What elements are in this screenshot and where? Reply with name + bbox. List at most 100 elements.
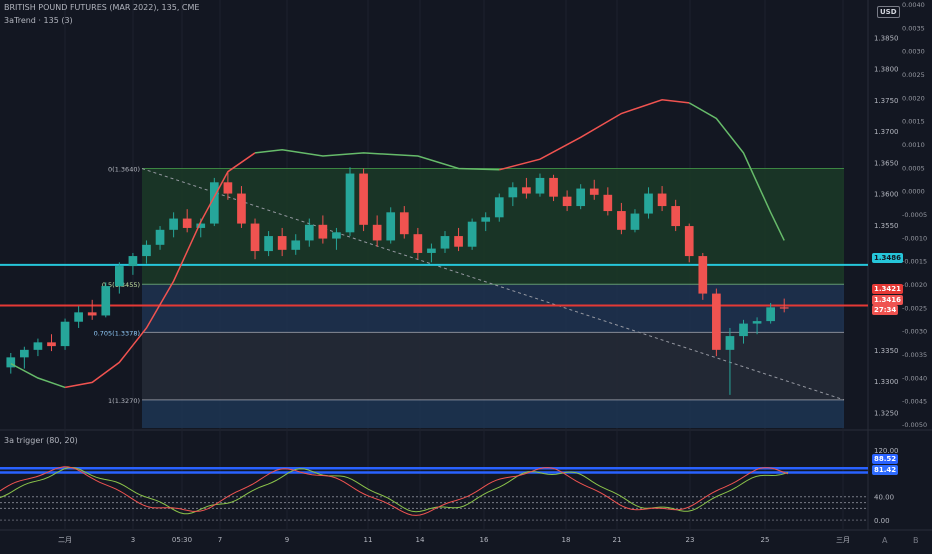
candle-body bbox=[752, 321, 762, 324]
price-axis-label: 1.3300 bbox=[874, 378, 899, 386]
secondary-axis-label: -0.0020 bbox=[902, 281, 927, 289]
fib-zone-05-0705 bbox=[142, 284, 844, 333]
time-axis-label: 11 bbox=[364, 536, 373, 544]
candle-body bbox=[657, 193, 667, 207]
price-axis-label: 1.3350 bbox=[874, 347, 899, 355]
secondary-axis-label: 0.0025 bbox=[902, 71, 925, 79]
osc-level-low-tag: 81.42 bbox=[872, 465, 899, 475]
candle-body bbox=[277, 236, 287, 250]
candle-body bbox=[684, 226, 694, 257]
candle-body bbox=[332, 232, 341, 239]
time-axis-label: 14 bbox=[416, 536, 425, 544]
candle-body bbox=[47, 342, 56, 347]
time-axis-label: 23 bbox=[686, 536, 695, 544]
candle-body bbox=[712, 293, 721, 350]
currency-label[interactable]: USD bbox=[877, 6, 900, 18]
candle-body bbox=[440, 236, 450, 249]
toggle-a-button[interactable]: A bbox=[882, 536, 887, 545]
fib-level-label: 1(1.3270) bbox=[108, 397, 140, 405]
price-tag-cyan: 1.3486 bbox=[872, 253, 904, 263]
fib-level-label: 0(1.3640) bbox=[108, 166, 140, 174]
candle-body bbox=[589, 188, 599, 195]
chart-svg[interactable]: 0(1.3640)0.5(1.3455)0.705(1.3378)1(1.327… bbox=[0, 0, 932, 550]
time-axis-label: 三月 bbox=[836, 536, 850, 544]
time-axis-label: 05:30 bbox=[172, 536, 192, 544]
candle-body bbox=[87, 312, 97, 316]
candle-body bbox=[74, 312, 83, 322]
toggle-b-button[interactable]: B bbox=[913, 536, 919, 545]
candle-body bbox=[223, 182, 233, 194]
secondary-axis-label: 0.0020 bbox=[902, 94, 925, 102]
candle-body bbox=[318, 224, 328, 239]
osc-axis-label: 0.00 bbox=[874, 517, 890, 525]
candle-body bbox=[128, 256, 138, 267]
secondary-axis-label: -0.0040 bbox=[902, 374, 927, 382]
candle-body bbox=[739, 323, 748, 337]
candle-body bbox=[617, 211, 626, 230]
candle-body bbox=[155, 229, 165, 245]
osc-axis-label: 40.00 bbox=[874, 494, 894, 502]
price-axis-label: 1.3700 bbox=[874, 128, 899, 136]
candle-body bbox=[454, 236, 463, 247]
candle-body bbox=[182, 218, 192, 228]
secondary-axis-label: 0.0010 bbox=[902, 141, 925, 149]
secondary-axis-label: -0.0045 bbox=[902, 398, 927, 406]
secondary-axis-label: 0.0015 bbox=[902, 118, 925, 126]
candle-body bbox=[264, 236, 273, 252]
secondary-axis-label: -0.0005 bbox=[902, 211, 927, 219]
candle-body bbox=[250, 223, 260, 252]
price-axis-label: 1.3600 bbox=[874, 191, 899, 199]
price-axis-label: 1.3650 bbox=[874, 159, 899, 167]
candle-body bbox=[644, 193, 653, 214]
fib-level-label: 0.705(1.3378) bbox=[94, 329, 140, 337]
chart-area[interactable]: 0(1.3640)0.5(1.3455)0.705(1.3378)1(1.327… bbox=[0, 0, 932, 550]
candle-body bbox=[237, 193, 246, 224]
candle-body bbox=[725, 336, 735, 350]
candle-body bbox=[169, 218, 178, 230]
candle-body bbox=[494, 197, 504, 218]
secondary-axis-label: -0.0030 bbox=[902, 328, 927, 336]
candle-body bbox=[522, 187, 531, 194]
candle-body bbox=[304, 224, 314, 241]
candle-body bbox=[399, 212, 409, 235]
candle-body bbox=[427, 248, 436, 253]
candle-body bbox=[603, 194, 613, 212]
candle-body bbox=[345, 173, 355, 233]
candle-body bbox=[291, 240, 301, 250]
time-axis-label: 9 bbox=[285, 536, 289, 544]
candle-body bbox=[562, 196, 572, 207]
secondary-axis-label: -0.0010 bbox=[902, 234, 927, 242]
fib-zone-0705-1 bbox=[142, 332, 844, 400]
secondary-axis-label: -0.0050 bbox=[902, 421, 927, 429]
candle-body bbox=[481, 217, 491, 222]
oscillator-legend[interactable]: 3a trigger (80, 20) bbox=[4, 436, 78, 445]
time-axis-label: 21 bbox=[613, 536, 622, 544]
candle-body bbox=[549, 177, 558, 197]
price-axis-label: 1.3750 bbox=[874, 97, 899, 105]
time-axis-label: 3 bbox=[131, 536, 135, 544]
fib-zone-0-05 bbox=[142, 168, 844, 285]
candle-body bbox=[698, 256, 708, 294]
time-axis-label: 25 bbox=[761, 536, 770, 544]
candle-body bbox=[576, 188, 586, 207]
secondary-axis-label: 0.0005 bbox=[902, 164, 925, 172]
secondary-axis-label: -0.0035 bbox=[902, 351, 927, 359]
secondary-axis-label: -0.0025 bbox=[902, 304, 927, 312]
secondary-axis-label: 0.0040 bbox=[902, 1, 925, 9]
secondary-axis-label: -0.0015 bbox=[902, 258, 927, 266]
time-axis-label: 二月 bbox=[58, 536, 72, 544]
indicator-legend[interactable]: 3aTrend · 135 (3) bbox=[4, 16, 73, 25]
osc-level-high-tag: 88.52 bbox=[872, 454, 899, 464]
symbol-title: BRITISH POUND FUTURES (MAR 2022), 135, C… bbox=[4, 3, 200, 12]
candle-body bbox=[508, 187, 518, 198]
candle-body bbox=[535, 177, 545, 194]
candle-body bbox=[467, 221, 477, 247]
candle-body bbox=[766, 307, 775, 322]
candle-body bbox=[372, 224, 382, 241]
secondary-axis-label: 0.0035 bbox=[902, 24, 925, 32]
candle-body bbox=[101, 286, 111, 316]
candle-body bbox=[386, 212, 396, 241]
time-axis-label: 18 bbox=[562, 536, 571, 544]
candle-body bbox=[413, 234, 423, 253]
secondary-axis-label: 0.0030 bbox=[902, 48, 925, 56]
